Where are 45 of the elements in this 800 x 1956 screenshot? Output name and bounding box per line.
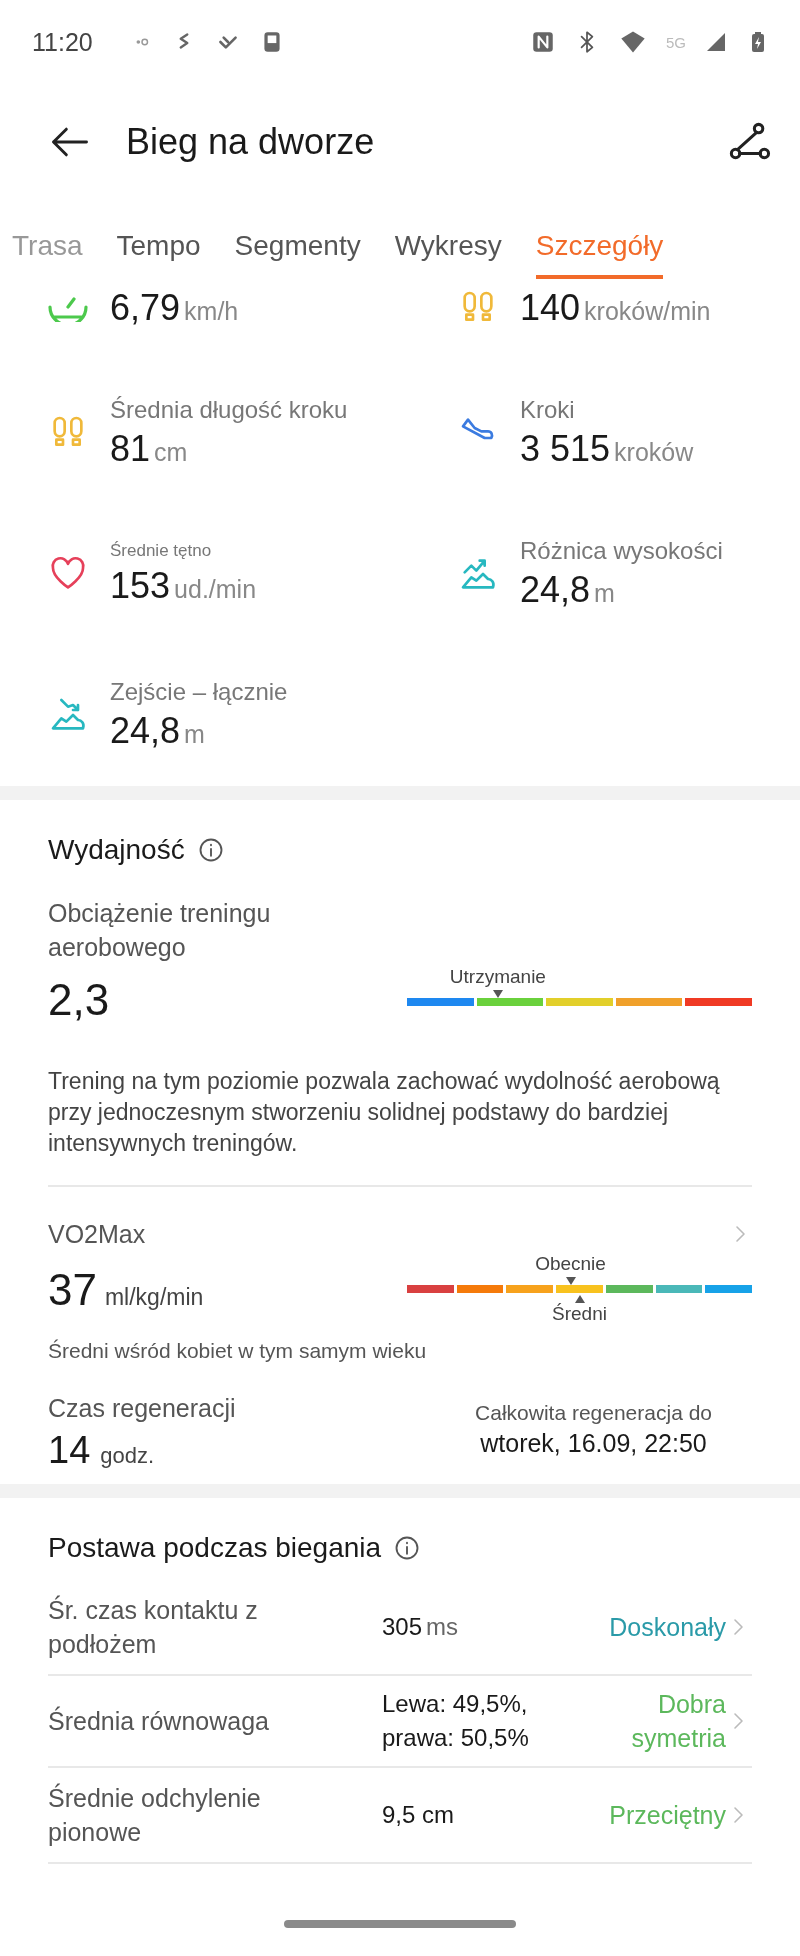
page-title: Bieg na dworze [126, 120, 376, 163]
row-value: Lewa: 49,5%, prawa: 50,5% [382, 1689, 530, 1753]
recovery-date: wtorek, 16.09, 22:50 [480, 1429, 707, 1458]
metric-value: 2,3 [48, 975, 110, 1025]
row-value: 305 ms [382, 1612, 460, 1642]
section-title: Postawa podczas biegania [48, 1532, 382, 1564]
row-label: Średnie odchylenie pionowe [48, 1782, 262, 1848]
stat-value: 140 kroków/min [520, 287, 711, 330]
scale-label: Obecnie [535, 1253, 606, 1275]
stat-label: Różnica wysokości [520, 536, 723, 565]
network-label: 5G [666, 33, 686, 51]
note: Średni wśród kobiet w tym samym wieku [48, 1339, 428, 1363]
stat-label: Średnie tętno [110, 540, 213, 561]
metric-value: 14 godz. [48, 1429, 155, 1472]
stat-value: 6,79 km/h [110, 287, 239, 330]
status-time: 11:20 [32, 27, 93, 57]
recovery-label: Całkowita regeneracja do [475, 1401, 712, 1425]
scale-label: Utrzymanie [449, 966, 546, 988]
stat-label: Średnia długość kroku [110, 396, 348, 425]
stat-value: 153 ud./min [110, 564, 257, 607]
form-row[interactable]: Śr. czas kontaktu z podłożem 305 ms Doskonały [48, 1580, 752, 1676]
section-title: Wydajność [48, 834, 185, 866]
tab[interactable]: Wykresy [394, 227, 502, 279]
stat-label: Zejście – łącznie [110, 677, 288, 706]
rating-label: Doskonały [608, 1612, 726, 1643]
tab[interactable]: Tempo [116, 227, 201, 279]
rating-label: Przeciętny [608, 1800, 726, 1831]
tab[interactable]: Segmenty [234, 227, 361, 279]
form-row[interactable]: Średnie odchylenie pionowe 9,5 cm Przeciętny [48, 1768, 752, 1864]
stat-value: 81 cm [110, 428, 189, 471]
stat-value: 24,8 m [110, 709, 206, 752]
row-label: Śr. czas kontaktu z podłożem [48, 1594, 259, 1660]
stat-label: Kroki [520, 396, 576, 425]
form-row[interactable]: Średnia równowaga Lewa: 49,5%, prawa: 50,5% Dobra symetria [48, 1676, 752, 1768]
rating-label: Dobra symetria [630, 1689, 726, 1754]
metric-value: 37 ml/kg/min [48, 1265, 204, 1315]
stat-value: 3 515 kroków [520, 428, 694, 471]
metric-label: Czas regeneracji [48, 1393, 236, 1424]
row-value: 9,5 cm [382, 1800, 456, 1830]
scale-label: Średni [552, 1303, 607, 1325]
stat-value: 24,8 m [520, 568, 616, 611]
row-label: Średnia równowaga [48, 1705, 270, 1737]
description: Trening na tym poziomie pozwala zachować wydolność aerobową przy jednoczesnym stworzeniu solidnej podstawy do bardziej intensywnych treningów. [48, 1067, 721, 1158]
metric-label: Obciążenie treningu aerobowego [48, 898, 272, 963]
metric-label: VO2Max [48, 1219, 146, 1250]
